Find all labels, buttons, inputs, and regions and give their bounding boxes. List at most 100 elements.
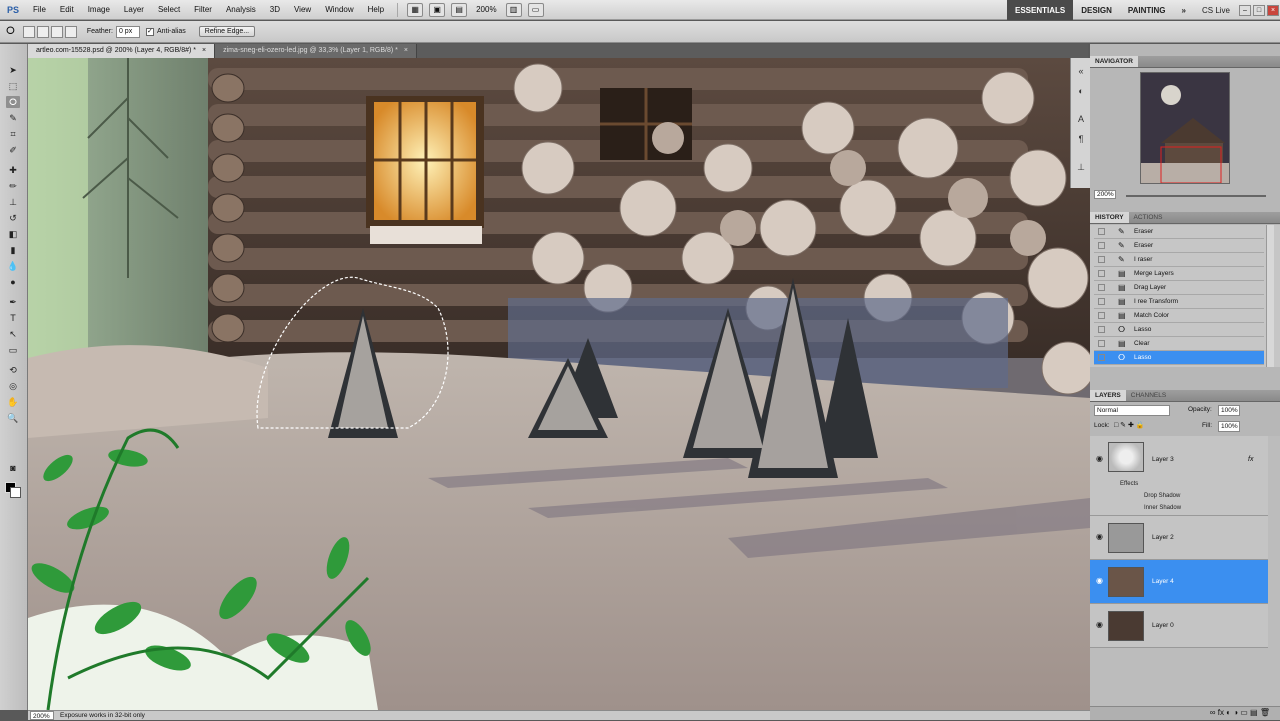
eraser-tool-icon[interactable]: ◧ <box>6 228 20 240</box>
clone-stamp-tool-icon[interactable]: ⊥ <box>6 196 20 208</box>
bridge-icon[interactable]: ▦ <box>407 2 424 17</box>
visibility-eye-icon[interactable]: ◉ <box>1096 532 1103 541</box>
visibility-eye-icon[interactable]: ◉ <box>1096 620 1103 629</box>
tab-zima-jpg[interactable]: zima-sneg-eli-ozero-led.jpg @ 33,3% (Lay… <box>215 44 417 58</box>
history-source-checkbox[interactable] <box>1098 256 1105 263</box>
layer-row[interactable]: ◉ Layer 2 <box>1090 516 1268 560</box>
shape-tool-icon[interactable]: ▭ <box>6 344 20 356</box>
zoom-level-select[interactable]: 200% <box>476 5 496 14</box>
menu-filter[interactable]: Filter <box>187 5 219 14</box>
menu-view[interactable]: View <box>287 5 318 14</box>
tab-actions[interactable]: ACTIONS <box>1129 212 1168 223</box>
path-select-tool-icon[interactable]: ↖ <box>6 328 20 340</box>
history-source-checkbox[interactable] <box>1098 354 1105 361</box>
history-item[interactable]: ▤ Match Color <box>1094 309 1264 323</box>
view-extras-icon[interactable]: ▤ <box>451 2 468 17</box>
layers-footer-icons[interactable]: ∞ fx ◐ ◑ ▭ ▤ 🗑 <box>1090 706 1280 720</box>
minimize-icon[interactable]: – <box>1239 4 1251 16</box>
visibility-eye-icon[interactable]: ◉ <box>1096 576 1103 585</box>
fill-input[interactable]: 100% <box>1218 421 1240 432</box>
paragraph-panel-icon[interactable]: ¶ <box>1074 134 1088 146</box>
layer-row[interactable]: ◉ Layer 0 <box>1090 604 1268 648</box>
visibility-eye-icon[interactable]: ◉ <box>1096 454 1103 463</box>
3d-orbit-tool-icon[interactable]: ◎ <box>6 380 20 392</box>
effect-inner-shadow[interactable]: Inner Shadow <box>1144 502 1181 514</box>
add-selection-icon[interactable] <box>36 25 49 38</box>
refine-edge-button[interactable]: Refine Edge... <box>198 26 256 37</box>
3d-panel-icon[interactable]: ◐ <box>1074 86 1088 98</box>
screen-mode-icon[interactable]: ▭ <box>527 2 544 17</box>
feather-input[interactable]: 0 px <box>115 25 140 38</box>
move-tool-icon[interactable]: ➤ <box>6 64 20 76</box>
new-selection-icon[interactable] <box>22 25 35 38</box>
navigator-thumbnail[interactable] <box>1140 72 1230 184</box>
history-item[interactable]: ▤ Drag Layer <box>1094 281 1264 295</box>
tab-artleo-psd[interactable]: artleo.com-15528.psd @ 200% (Layer 4, RG… <box>28 44 216 58</box>
history-item[interactable]: ▤ I ree Transform <box>1094 295 1264 309</box>
history-item[interactable]: ⵔ Lasso <box>1094 323 1264 337</box>
close-icon[interactable]: × <box>1267 4 1279 16</box>
lasso-icon[interactable]: ⵔ <box>6 26 15 37</box>
pen-tool-icon[interactable]: ✒ <box>6 296 20 308</box>
more-workspaces-button[interactable]: » <box>1174 0 1194 20</box>
navigator-zoom-input[interactable]: 200% <box>1094 190 1116 199</box>
background-color-swatch[interactable] <box>10 487 21 498</box>
document-canvas[interactable] <box>28 58 1090 710</box>
tab-layers[interactable]: LAYERS <box>1090 390 1126 401</box>
intersect-selection-icon[interactable] <box>64 25 77 38</box>
status-zoom-input[interactable]: 200% <box>30 711 54 720</box>
blend-mode-select[interactable]: Normal <box>1094 405 1170 416</box>
history-item[interactable]: ▤ Merge Layers <box>1094 267 1264 281</box>
type-tool-icon[interactable]: T <box>6 312 20 324</box>
history-item-selected[interactable]: ⵔ Lasso <box>1094 351 1264 365</box>
history-item[interactable]: ✎ Eraser <box>1094 239 1264 253</box>
history-source-checkbox[interactable] <box>1098 242 1105 249</box>
status-info[interactable]: Exposure works in 32-bit only <box>60 711 145 720</box>
workspace-design[interactable]: DESIGN <box>1073 0 1120 20</box>
opacity-input[interactable]: 100% <box>1218 405 1240 416</box>
arrange-documents-icon[interactable]: ▥ <box>505 2 522 17</box>
quick-mask-icon[interactable]: ◙ <box>6 462 20 474</box>
tab-history[interactable]: HISTORY <box>1090 212 1129 223</box>
menu-image[interactable]: Image <box>81 5 117 14</box>
history-item[interactable]: ✎ Eraser <box>1094 225 1264 239</box>
menu-3d[interactable]: 3D <box>263 5 287 14</box>
history-item[interactable]: ✎ I raser <box>1094 253 1264 267</box>
tab-navigator[interactable]: NAVIGATOR <box>1090 56 1138 67</box>
history-source-checkbox[interactable] <box>1098 326 1105 333</box>
eyedropper-tool-icon[interactable]: ✐ <box>6 144 20 156</box>
crop-tool-icon[interactable]: ⌗ <box>6 128 20 140</box>
tab-close-icon[interactable]: × <box>202 47 206 54</box>
dodge-tool-icon[interactable]: ● <box>6 276 20 288</box>
3d-rotate-tool-icon[interactable]: ⟲ <box>6 364 20 376</box>
cs-live-menu[interactable]: CS Live <box>1194 6 1238 15</box>
menu-layer[interactable]: Layer <box>117 5 151 14</box>
quick-select-tool-icon[interactable]: ✎ <box>6 112 20 124</box>
blur-tool-icon[interactable]: 💧 <box>6 260 20 272</box>
antialias-checkbox[interactable]: ✓ <box>145 27 154 36</box>
tab-close-icon[interactable]: × <box>404 47 408 54</box>
history-source-checkbox[interactable] <box>1098 298 1105 305</box>
hand-tool-icon[interactable]: ✋ <box>6 396 20 408</box>
history-item[interactable]: ▤ Clear <box>1094 337 1264 351</box>
history-source-checkbox[interactable] <box>1098 284 1105 291</box>
history-scrollbar[interactable] <box>1266 225 1274 367</box>
zoom-tool-icon[interactable]: 🔍 <box>6 412 20 424</box>
effect-drop-shadow[interactable]: Drop Shadow <box>1144 490 1180 502</box>
history-source-checkbox[interactable] <box>1098 228 1105 235</box>
workspace-painting[interactable]: PAINTING <box>1120 0 1174 20</box>
navigator-zoom-slider[interactable] <box>1126 195 1266 197</box>
restore-icon[interactable]: □ <box>1253 4 1265 16</box>
healing-brush-tool-icon[interactable]: ✚ <box>6 164 20 176</box>
lock-icons[interactable]: □ ✎ ✚ 🔒 <box>1114 421 1145 429</box>
brush-tool-icon[interactable]: ✏ <box>6 180 20 192</box>
menu-analysis[interactable]: Analysis <box>219 5 263 14</box>
layer-row[interactable]: ◉ Layer 3 fx Effects Drop Shadow Inner S… <box>1090 436 1268 516</box>
mini-bridge-icon[interactable]: ▣ <box>429 2 446 17</box>
tab-channels[interactable]: CHANNELS <box>1126 390 1171 401</box>
gradient-tool-icon[interactable]: ▮ <box>6 244 20 256</box>
character-panel-icon[interactable]: A <box>1074 114 1088 126</box>
menu-select[interactable]: Select <box>151 5 187 14</box>
layer-row-selected[interactable]: ◉ Layer 4 <box>1090 560 1268 604</box>
lasso-tool-icon[interactable]: ⵔ <box>6 96 20 108</box>
